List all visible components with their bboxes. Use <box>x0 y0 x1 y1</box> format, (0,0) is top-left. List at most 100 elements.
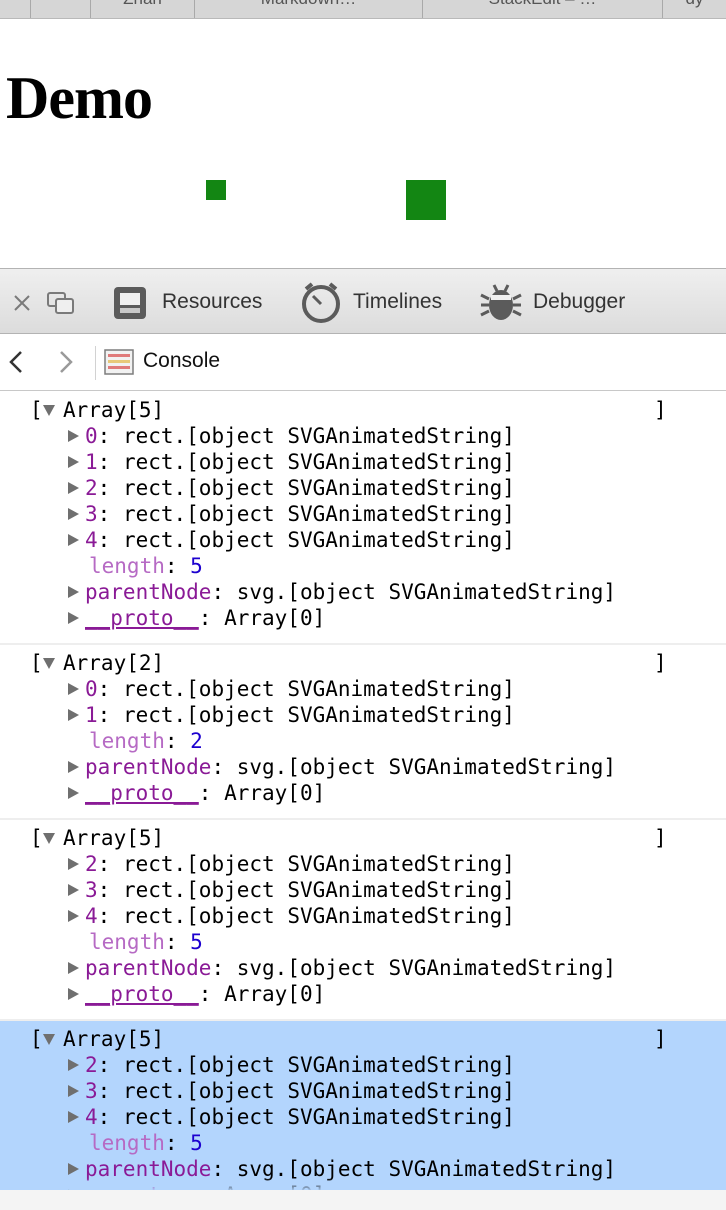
collapsed-triangle-icon[interactable] <box>68 612 79 624</box>
property-value: rect.[object SVGAnimatedString] <box>122 424 515 448</box>
page-title: Demo <box>6 65 153 131</box>
property-key: 2 <box>85 852 98 876</box>
collapsed-triangle-icon[interactable] <box>68 858 79 870</box>
property-key: __proto__ <box>85 982 199 1006</box>
collapsed-triangle-icon[interactable] <box>68 1059 79 1071</box>
collapsed-triangle-icon[interactable] <box>68 761 79 773</box>
collapsed-triangle-icon[interactable] <box>68 884 79 896</box>
array-header[interactable]: Array[2] <box>63 650 164 676</box>
array-item[interactable]: 0: rect.[object SVGAnimatedString] <box>85 423 515 449</box>
property-value: rect.[object SVGAnimatedString] <box>122 1105 515 1129</box>
open-bracket: [ <box>30 651 43 675</box>
collapsed-triangle-icon[interactable] <box>68 683 79 695</box>
collapsed-triangle-icon[interactable] <box>68 534 79 546</box>
collapsed-triangle-icon[interactable] <box>68 787 79 799</box>
collapsed-triangle-icon[interactable] <box>68 508 79 520</box>
property-key: 3 <box>85 878 98 902</box>
proto-property[interactable]: __proto__: Array[0] <box>85 981 325 1007</box>
browser-tab[interactable]: dy <box>662 0 726 18</box>
parent-node-property[interactable]: parentNode: svg.[object SVGAnimatedStrin… <box>85 754 616 780</box>
array-item[interactable]: 1: rect.[object SVGAnimatedString] <box>85 449 515 475</box>
browser-tab[interactable]: StackEdit – … <box>422 0 662 18</box>
close-bracket: ] <box>654 651 667 675</box>
property-value: rect.[object SVGAnimatedString] <box>122 1053 515 1077</box>
property-value: rect.[object SVGAnimatedString] <box>122 852 515 876</box>
property-key: length <box>89 930 165 954</box>
devtools-toolbar: Resources Timelines Debugger <box>0 268 726 334</box>
key-separator: : <box>97 1105 123 1129</box>
collapsed-triangle-icon[interactable] <box>68 709 79 721</box>
browser-tab[interactable]: Zhan <box>90 0 194 18</box>
array-item[interactable]: 0: rect.[object SVGAnimatedString] <box>85 676 515 702</box>
forward-arrow-icon[interactable] <box>56 349 76 375</box>
collapsed-triangle-icon[interactable] <box>68 1111 79 1123</box>
console-entry[interactable]: [Array[5]] 2: rect.[object SVGAnimatedStr… <box>0 820 726 1019</box>
expanded-triangle-icon[interactable] <box>43 833 55 844</box>
array-item[interactable]: 4: rect.[object SVGAnimatedString] <box>85 527 515 553</box>
parent-node-property[interactable]: parentNode: svg.[object SVGAnimatedStrin… <box>85 579 616 605</box>
array-item[interactable]: 2: rect.[object SVGAnimatedString] <box>85 475 515 501</box>
collapsed-triangle-icon[interactable] <box>68 1085 79 1097</box>
property-key: length <box>89 1131 165 1155</box>
array-header[interactable]: Array[5] <box>63 397 164 423</box>
collapsed-triangle-icon[interactable] <box>68 482 79 494</box>
key-separator: : <box>97 904 123 928</box>
key-separator: : <box>211 580 237 604</box>
property-key: 2 <box>85 476 98 500</box>
resources-icon[interactable] <box>112 285 148 321</box>
array-header[interactable]: Array[5] <box>63 825 164 851</box>
key-separator: : <box>97 424 123 448</box>
browser-tab-label: Markdown… <box>195 0 422 9</box>
array-item[interactable]: 3: rect.[object SVGAnimatedString] <box>85 1078 515 1104</box>
collapsed-triangle-icon[interactable] <box>68 910 79 922</box>
expanded-triangle-icon[interactable] <box>43 405 55 416</box>
back-arrow-icon[interactable] <box>6 349 26 375</box>
dock-icon[interactable] <box>46 291 76 315</box>
key-separator: : <box>97 528 123 552</box>
property-key: 4 <box>85 528 98 552</box>
property-value: Array[0] <box>224 606 326 630</box>
property-value: rect.[object SVGAnimatedString] <box>122 878 515 902</box>
close-icon[interactable] <box>12 293 32 313</box>
page-content: Demo <box>0 20 726 268</box>
browser-tab-label: StackEdit – … <box>423 0 662 9</box>
property-key: parentNode <box>85 956 212 980</box>
key-separator: : <box>164 554 191 578</box>
browser-tab[interactable] <box>30 0 90 18</box>
console-entry[interactable]: [Array[5]] 0: rect.[object SVGAnimatedStr… <box>0 392 726 643</box>
property-value: rect.[object SVGAnimatedString] <box>122 904 515 928</box>
collapsed-triangle-icon[interactable] <box>68 962 79 974</box>
timelines-icon[interactable] <box>300 281 342 323</box>
tab-debugger[interactable]: Debugger <box>533 290 625 314</box>
collapsed-triangle-icon[interactable] <box>68 430 79 442</box>
key-separator: : <box>97 878 123 902</box>
console-entry[interactable]: [ Array[2]] 0: rect.[object SVGAnimatedStr… <box>0 645 726 818</box>
array-item[interactable]: 3: rect.[object SVGAnimatedString] <box>85 501 515 527</box>
array-item[interactable]: 4: rect.[object SVGAnimatedString] <box>85 903 515 929</box>
browser-tab[interactable]: Markdown… <box>194 0 422 18</box>
browser-tab-label: Zhan <box>91 0 194 9</box>
array-item[interactable]: 3: rect.[object SVGAnimatedString] <box>85 877 515 903</box>
tab-resources[interactable]: Resources <box>162 290 262 314</box>
tab-timelines[interactable]: Timelines <box>353 290 442 314</box>
property-value: svg.[object SVGAnimatedString] <box>236 755 617 779</box>
expanded-triangle-icon[interactable] <box>43 1034 55 1045</box>
parent-node-property[interactable]: parentNode: svg.[object SVGAnimatedStrin… <box>85 955 616 981</box>
array-item[interactable]: 2: rect.[object SVGAnimatedString] <box>85 851 515 877</box>
property-key: length <box>89 554 165 578</box>
collapsed-triangle-icon[interactable] <box>68 1163 79 1175</box>
collapsed-triangle-icon[interactable] <box>68 988 79 1000</box>
property-key: __proto__ <box>85 606 199 630</box>
console-icon <box>104 349 134 375</box>
array-item[interactable]: 1: rect.[object SVGAnimatedString] <box>85 702 515 728</box>
console-breadcrumb[interactable]: Console <box>143 349 220 373</box>
array-item[interactable]: 2: rect.[object SVGAnimatedString] <box>85 1052 515 1078</box>
array-header[interactable]: Array[5] <box>63 1026 164 1052</box>
collapsed-triangle-icon[interactable] <box>68 456 79 468</box>
proto-property[interactable]: __proto__: Array[0] <box>85 780 325 806</box>
array-item[interactable]: 4: rect.[object SVGAnimatedString] <box>85 1104 515 1130</box>
collapsed-triangle-icon[interactable] <box>68 586 79 598</box>
proto-property[interactable]: __proto__: Array[0] <box>85 605 325 631</box>
expanded-triangle-icon[interactable] <box>43 658 55 669</box>
debugger-icon[interactable] <box>479 281 523 323</box>
